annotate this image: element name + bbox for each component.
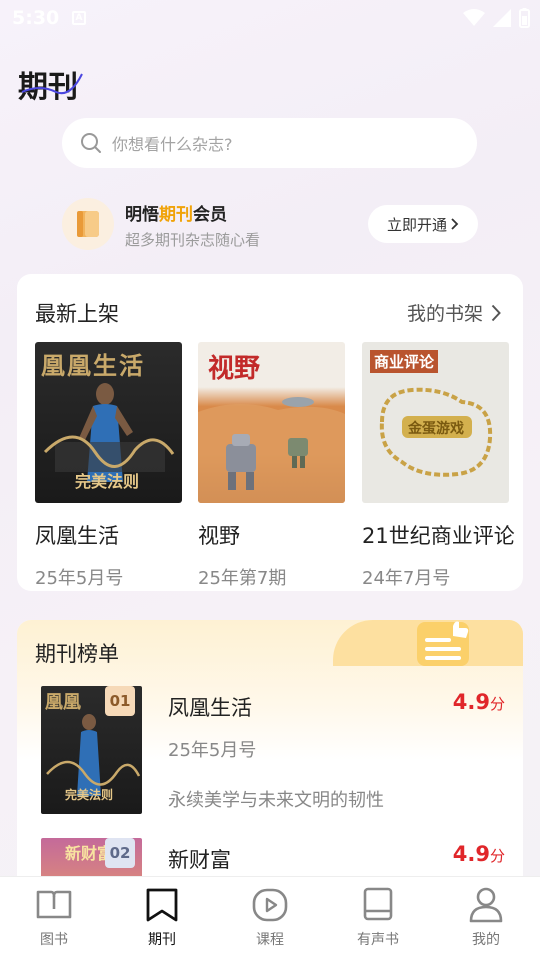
vip-title-suffix: 会员: [193, 205, 227, 225]
search-icon: [81, 133, 101, 153]
notification-icon: A: [72, 11, 86, 25]
tab-label: 课程: [256, 932, 284, 948]
cover-robot-art: [198, 397, 345, 503]
score-value: 4.9: [452, 842, 490, 866]
book-title: 21世纪商业评论: [362, 524, 515, 548]
book-issue: 24年7月号: [362, 568, 451, 589]
bottom-tab-bar: 图书 期刊 课程 有声书 我的: [0, 876, 540, 960]
rank-number-badge: 02: [105, 838, 135, 868]
ranking-item-title: 新财富: [168, 848, 231, 872]
vip-open-button[interactable]: 立即开通: [368, 205, 478, 243]
score-value: 4.9: [452, 690, 490, 714]
user-icon: [469, 887, 503, 923]
tab-periodicals[interactable]: 期刊: [108, 877, 216, 960]
latest-section: 最新上架 我的书架 凰凰生活 完美法则 凤凰生活 25年5月号 视野 视野 25…: [17, 274, 523, 591]
book-issue: 25年第7期: [198, 568, 287, 589]
chevron-right-icon: [491, 304, 501, 321]
vip-open-label: 立即开通: [386, 215, 447, 234]
ranking-item-title: 凤凰生活: [168, 696, 252, 720]
vip-title-prefix: 明悟: [125, 205, 159, 225]
bookmark-icon: [146, 888, 178, 922]
signal-icon: [493, 9, 511, 27]
play-icon: [252, 888, 288, 922]
battery-icon: [519, 8, 530, 28]
book-cover[interactable]: 商业评论 金蛋游戏: [362, 342, 509, 503]
book-item[interactable]: 凰凰生活 完美法则 凤凰生活 25年5月号: [35, 342, 183, 590]
tab-courses[interactable]: 课程: [216, 877, 324, 960]
ranking-item-description: 永续美学与未来文明的韧性: [168, 790, 384, 811]
vip-banner[interactable]: 明悟期刊会员 超多期刊杂志随心看 立即开通: [62, 196, 480, 254]
tab-audiobooks[interactable]: 有声书: [324, 877, 432, 960]
cover-headline: 完美法则: [75, 472, 140, 491]
latest-title: 最新上架: [35, 302, 119, 326]
book-title: 视野: [198, 524, 240, 548]
status-bar: 5:30 A: [0, 0, 540, 36]
ranking-section: 期刊榜单 凰凰 完美法则 01 凤凰生活 25年5月号 永续美学与未来文明的韧性…: [17, 620, 523, 920]
book-item[interactable]: 视野 视野 25年第7期: [198, 342, 346, 590]
ranking-item-score: 4.9分: [453, 842, 505, 866]
book-issue: 25年5月号: [35, 568, 124, 589]
book-title: 凤凰生活: [35, 524, 119, 548]
cover-headline: 完美法则: [65, 788, 114, 802]
ranking-title: 期刊榜单: [35, 642, 119, 666]
audiobook-icon: [363, 887, 393, 921]
cover-headline: 金蛋游戏: [408, 421, 464, 437]
tab-label: 有声书: [357, 932, 399, 948]
search-input[interactable]: 你想看什么杂志?: [62, 118, 477, 168]
my-shelf-link[interactable]: 我的书架: [407, 299, 501, 326]
title-underline-decoration: [21, 73, 83, 95]
chevron-right-icon: [451, 218, 459, 230]
ranking-item-issue: 25年5月号: [168, 740, 257, 761]
vip-title-highlight: 期刊: [159, 205, 193, 225]
tab-label: 期刊: [148, 932, 176, 948]
ranking-item[interactable]: 凰凰 完美法则 01 凤凰生活 25年5月号 永续美学与未来文明的韧性 4.9分: [17, 686, 523, 816]
vip-subtitle: 超多期刊杂志随心看: [125, 231, 261, 249]
status-icons: [463, 8, 530, 28]
tab-profile[interactable]: 我的: [432, 877, 540, 960]
tab-books[interactable]: 图书: [0, 877, 108, 960]
search-placeholder: 你想看什么杂志?: [112, 135, 233, 154]
vip-book-icon: [62, 198, 114, 250]
status-time: 5:30: [12, 7, 60, 29]
book-item[interactable]: 商业评论 金蛋游戏 21世纪商业评论 24年7月号: [362, 342, 515, 590]
open-book-icon: [36, 890, 72, 919]
tab-label: 我的: [472, 932, 500, 948]
book-cover[interactable]: 视野: [198, 342, 345, 503]
tab-label: 图书: [40, 932, 68, 948]
score-unit: 分: [489, 847, 505, 865]
ranking-item-score: 4.9分: [453, 690, 505, 714]
rank-number-badge: 01: [105, 686, 135, 716]
vip-title: 明悟期刊会员: [125, 200, 227, 225]
thumbs-up-list-icon: [417, 621, 469, 666]
my-shelf-label: 我的书架: [406, 303, 483, 325]
book-cover[interactable]: 凰凰生活 完美法则: [35, 342, 182, 503]
score-unit: 分: [489, 695, 505, 713]
wifi-icon: [463, 9, 485, 26]
